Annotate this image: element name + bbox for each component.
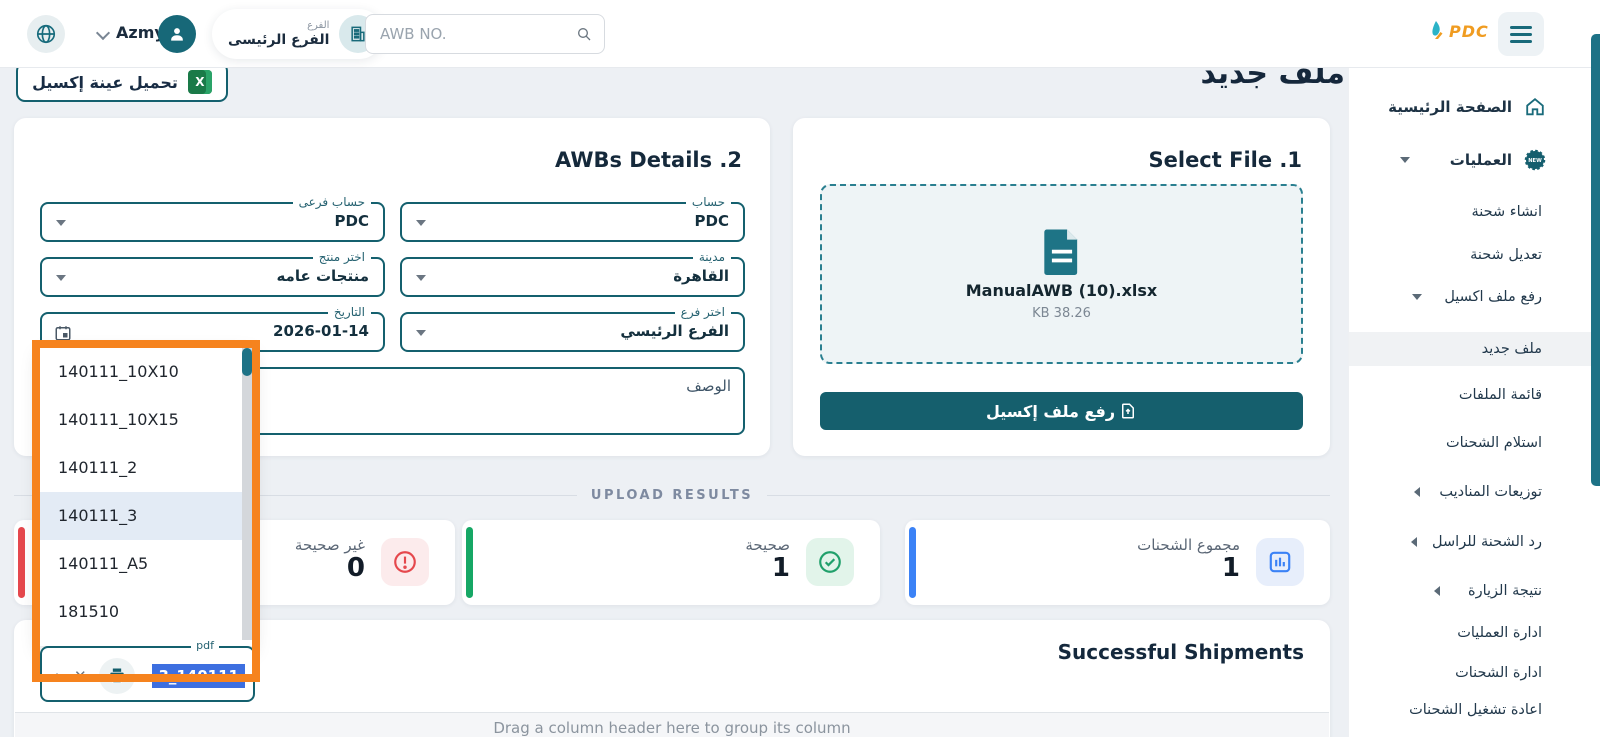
sidebar-item-return-shipment[interactable]: رد الشحنة للراسل <box>1349 525 1600 559</box>
sidebar-item-shipments-management[interactable]: ادارة الشحنات <box>1349 656 1600 690</box>
success-accent-bar <box>466 527 473 598</box>
branch-label: الفرع <box>307 20 330 32</box>
product-select[interactable]: اختر منتج منتجات عامه <box>40 250 385 297</box>
bar-chart-icon <box>1256 538 1304 586</box>
chevron-up-icon[interactable] <box>52 673 62 679</box>
home-icon <box>1522 94 1548 120</box>
total-shipments-card: مجموع الشحنات 1 <box>905 520 1330 605</box>
sidebar-item-home[interactable]: الصفحة الرئيسية <box>1349 90 1600 124</box>
page-scrollbar[interactable] <box>1591 34 1600 486</box>
chevron-down-icon[interactable] <box>95 25 111 41</box>
city-select[interactable]: مدينة القاهرة <box>400 250 745 297</box>
app-window: Azmy الفرع الفرع الرئيسى PDC <box>0 0 1600 737</box>
file-upload-icon <box>1122 403 1135 419</box>
branch-text: الفرع الفرع الرئيسى <box>228 20 329 48</box>
correct-shipments-card: صحيحة 1 <box>462 520 880 605</box>
dropdown-scrollbar[interactable] <box>242 348 252 640</box>
chevron-left-icon <box>1434 586 1440 596</box>
sidebar-item-restart-shipments[interactable]: اعادة تشغيل الشحنات <box>1349 693 1600 727</box>
clear-icon[interactable]: ✕ <box>74 668 87 684</box>
total-label: مجموع الشحنات <box>1137 536 1240 554</box>
incorrect-value: 0 <box>346 553 365 583</box>
sidebar: الصفحة الرئيسية NEW العمليات انشاء شحنة … <box>1348 68 1600 737</box>
chevron-down-icon <box>56 220 66 226</box>
language-globe-button[interactable] <box>27 15 65 53</box>
account-select[interactable]: حساب PDC <box>400 195 745 242</box>
group-by-strip[interactable]: Drag a column header here to group its c… <box>15 712 1329 737</box>
calendar-icon[interactable] <box>54 324 72 342</box>
chevron-down-icon <box>416 220 426 226</box>
brand-logo: PDC <box>1427 20 1489 42</box>
globe-icon <box>36 24 56 44</box>
sidebar-item-files-list[interactable]: قائمة الملفات <box>1349 378 1600 412</box>
operations-gear-icon: NEW <box>1522 147 1548 173</box>
select-file-title: Select File .1 <box>1148 148 1303 172</box>
selected-file-size: KB 38.26 <box>1032 306 1091 321</box>
group-by-hint: Drag a column header here to group its c… <box>493 719 851 737</box>
error-accent-bar <box>18 527 25 598</box>
chevron-left-icon <box>1411 537 1417 547</box>
dropdown-option[interactable]: 140111_2 <box>40 444 252 492</box>
description-placeholder: الوصف <box>686 377 731 395</box>
label-size-combo[interactable]: pdf ✕ 3_140111 <box>40 639 255 702</box>
chevron-left-icon <box>1414 487 1420 497</box>
avatar[interactable] <box>158 15 196 53</box>
chevron-down-icon <box>416 330 426 336</box>
awb-details-title: AWBs Details .2 <box>555 148 742 172</box>
sidebar-item-visit-result[interactable]: نتيجة الزيارة <box>1349 574 1600 608</box>
branch-selector[interactable]: الفرع الفرع الرئيسى <box>212 9 385 59</box>
branch-name: الفرع الرئيسى <box>228 31 330 48</box>
file-dropzone[interactable]: ManualAWB (10).xlsx KB 38.26 <box>820 184 1303 364</box>
sidebar-item-edit-shipment[interactable]: تعديل شحنة <box>1349 238 1600 272</box>
size-dropdown-list: 140111_10X10 140111_10X15 140111_2 14011… <box>40 348 252 646</box>
svg-text:NEW: NEW <box>1528 158 1542 164</box>
branch-select[interactable]: اختر فرع الفرع الرئيسي <box>400 305 745 352</box>
check-icon <box>806 538 854 586</box>
excel-icon: X <box>187 70 212 94</box>
document-icon <box>1043 229 1077 275</box>
brand-text: PDC <box>1449 21 1489 41</box>
top-bar: Azmy الفرع الفرع الرئيسى PDC <box>0 0 1600 68</box>
download-excel-sample-button[interactable]: تحميل عينة إكسيل X <box>16 62 228 102</box>
search-icon[interactable] <box>576 25 592 43</box>
sidebar-item-create-shipment[interactable]: انشاء شحنة <box>1349 195 1600 229</box>
combo-label-fragment: pdf <box>191 639 219 652</box>
sidebar-item-operations-management[interactable]: ادارة العمليات <box>1349 616 1600 650</box>
printer-icon <box>109 668 124 684</box>
hamburger-icon <box>1510 25 1532 29</box>
correct-value: 1 <box>771 553 790 583</box>
sidebar-item-receive-shipments[interactable]: استلام الشحنات <box>1349 426 1600 460</box>
chevron-down-icon <box>416 275 426 281</box>
dropdown-option-selected[interactable]: 140111_3 <box>40 492 252 540</box>
sidebar-item-new-file[interactable]: ملف جديد <box>1349 332 1600 366</box>
incorrect-label: غير صحيحة <box>294 536 365 554</box>
awb-search-input[interactable] <box>378 24 576 44</box>
dropdown-option[interactable]: 181510 <box>40 588 252 636</box>
sidebar-item-courier-distributions[interactable]: توزيعات المناديب <box>1349 475 1600 509</box>
select-file-card: Select File .1 ManualAWB (10).xlsx KB 38… <box>793 118 1330 456</box>
dropdown-option[interactable]: 140111_A5 <box>40 540 252 588</box>
error-icon <box>381 538 429 586</box>
printer-button[interactable] <box>98 658 135 694</box>
dropdown-option[interactable]: 140111_10X15 <box>40 396 252 444</box>
upload-excel-button[interactable]: رفع ملف إكسيل <box>820 392 1303 430</box>
menu-toggle-button[interactable] <box>1498 12 1544 56</box>
chevron-down-icon <box>1412 294 1422 300</box>
total-value: 1 <box>1221 553 1240 583</box>
person-icon <box>171 28 183 41</box>
date-field[interactable]: التاريخ 2026-01-14 <box>40 305 385 352</box>
chevron-down-icon <box>1400 157 1410 163</box>
sidebar-item-upload-excel[interactable]: رفع ملف اكسيل <box>1349 280 1600 314</box>
sidebar-item-operations[interactable]: NEW العمليات <box>1349 143 1600 177</box>
info-accent-bar <box>909 527 916 598</box>
pdc-flame-icon <box>1432 21 1443 39</box>
dropdown-option[interactable]: 140111_10X10 <box>40 348 252 396</box>
selected-file-name: ManualAWB (10).xlsx <box>965 281 1158 300</box>
combo-selected-value[interactable]: 3_140111 <box>152 664 245 688</box>
successful-shipments-title: Successful Shipments <box>1057 640 1304 664</box>
awb-search <box>365 14 605 54</box>
correct-label: صحيحة <box>745 536 790 554</box>
sub-account-select[interactable]: حساب فرعى PDC <box>40 195 385 242</box>
chevron-down-icon <box>56 275 66 281</box>
